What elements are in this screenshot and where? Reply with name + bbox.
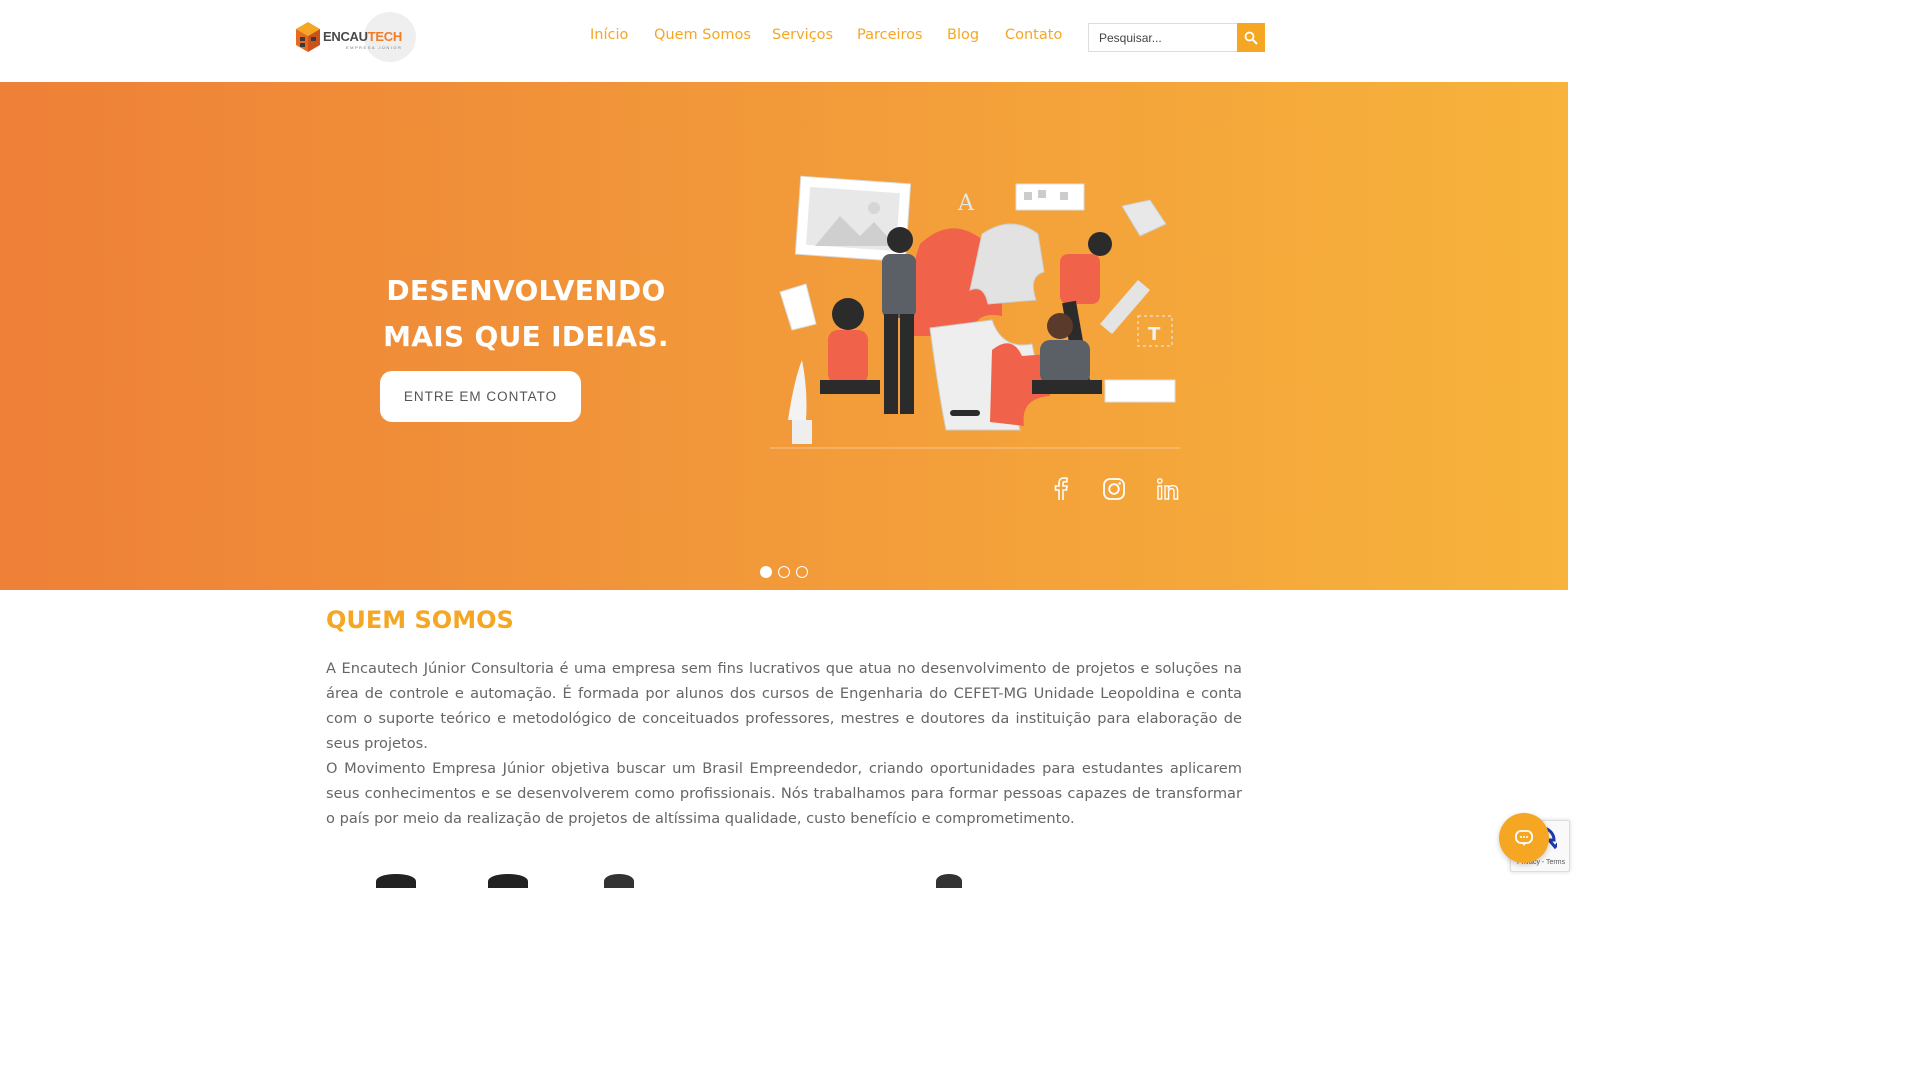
nav-item-servicos[interactable]: Serviços (772, 27, 833, 43)
contact-cta-button[interactable]: ENTRE EM CONTATO (380, 371, 581, 422)
site-header: ENCAUTECH EMPRESA JÚNIOR Início Quem Som… (0, 0, 1568, 82)
chat-widget-button[interactable] (1499, 813, 1549, 863)
hero-title: DESENVOLVENDO MAIS QUE IDEIAS. (383, 274, 669, 353)
search-input[interactable] (1088, 23, 1237, 52)
nav-item-blog[interactable]: Blog (947, 27, 979, 43)
instagram-icon (1103, 478, 1125, 500)
instagram-link[interactable] (1099, 474, 1129, 504)
nav-item-parceiros[interactable]: Parceiros (857, 27, 923, 43)
team-member-head (936, 874, 962, 888)
about-paragraph-2: O Movimento Empresa Júnior objetiva busc… (326, 760, 1242, 827)
search-button[interactable] (1237, 23, 1265, 52)
svg-text:T: T (1148, 324, 1161, 345)
nav-item-contato[interactable]: Contato (1005, 27, 1062, 43)
search-icon (1244, 31, 1258, 45)
carousel-dot-1[interactable] (760, 566, 772, 578)
chat-icon (1515, 830, 1533, 846)
nav-item-quem-somos[interactable]: Quem Somos (654, 27, 751, 43)
nav-item-inicio[interactable]: Início (590, 27, 628, 43)
team-member-head (376, 874, 416, 888)
linkedin-link[interactable] (1154, 474, 1184, 504)
team-photos-peek (340, 868, 1240, 888)
svg-text:A: A (957, 191, 975, 216)
team-member-head (488, 874, 528, 888)
facebook-link[interactable] (1046, 474, 1076, 504)
carousel-dot-3[interactable] (796, 566, 808, 578)
hero-banner: DESENVOLVENDO MAIS QUE IDEIAS. ENTRE EM C… (0, 82, 1568, 590)
about-title: QUEM SOMOS (326, 606, 514, 634)
team-member-head (604, 874, 634, 888)
facebook-icon (1054, 477, 1068, 500)
linkedin-icon (1156, 478, 1179, 500)
carousel-dots (758, 566, 818, 580)
search-form (1088, 23, 1265, 52)
social-links (1044, 474, 1194, 504)
team-puzzle-illustration: A T (770, 175, 1180, 449)
main-nav: Início Quem Somos Serviços Parceiros Blo… (0, 27, 1568, 49)
about-paragraph-1: A Encautech Júnior Consultoria é uma emp… (326, 660, 1242, 752)
carousel-dot-2[interactable] (778, 566, 790, 578)
